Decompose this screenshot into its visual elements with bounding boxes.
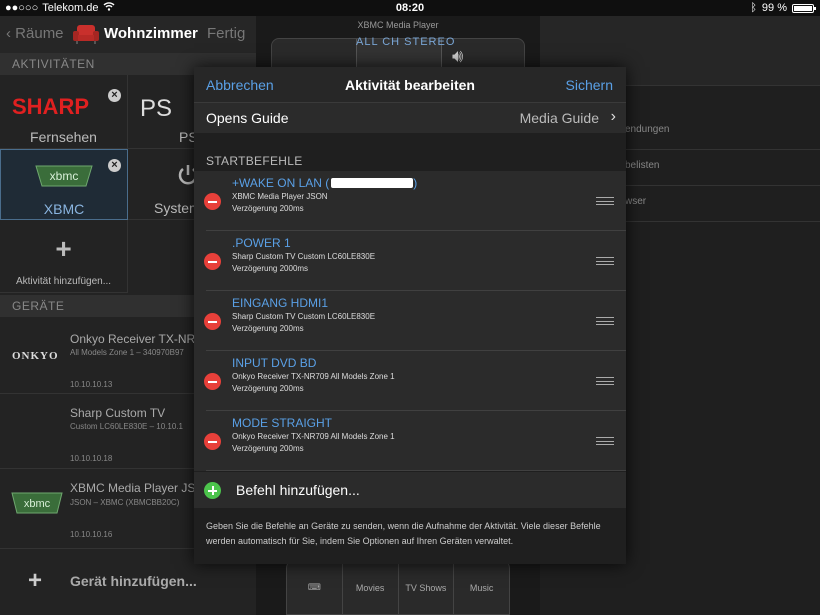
- dialog-header: Abbrechen Aktivität bearbeiten Sichern: [194, 67, 626, 102]
- remote-title: XBMC Media Player: [357, 20, 439, 30]
- display-text: ALL CH STEREO: [356, 36, 456, 48]
- armchair-icon: [72, 23, 100, 45]
- reorder-handle-icon[interactable]: [596, 377, 614, 385]
- xbmc-logo: xbmc: [11, 492, 63, 514]
- svg-text:xbmc: xbmc: [50, 169, 79, 183]
- svg-text:SHARP: SHARP: [12, 95, 89, 117]
- onkyo-logo: ONKYO: [12, 350, 59, 362]
- command-row[interactable]: EINGANG HDMI1 Sharp Custom TV Custom LC6…: [194, 291, 626, 351]
- music-button[interactable]: Music: [454, 561, 509, 614]
- xbmc-logo: xbmc: [35, 165, 93, 187]
- volume-icon[interactable]: 🔊︎: [452, 46, 463, 67]
- chevron-left-icon: ‹: [6, 25, 11, 42]
- guide-value: Media Guide: [519, 110, 599, 126]
- svg-text:PS: PS: [140, 95, 172, 119]
- sharp-logo: SHARP: [12, 95, 89, 117]
- left-nav-bar: ‹ Räume Wohnzimmer Fertig: [0, 16, 256, 53]
- remove-activity-icon[interactable]: ×: [108, 89, 121, 102]
- delete-icon[interactable]: [204, 433, 221, 450]
- reorder-handle-icon[interactable]: [596, 437, 614, 445]
- command-row[interactable]: .POWER 1 Sharp Custom TV Custom LC60LE83…: [194, 231, 626, 291]
- delete-icon[interactable]: [204, 253, 221, 270]
- edit-activity-dialog: Abbrechen Aktivität bearbeiten Sichern O…: [194, 67, 626, 564]
- dialog-title: Aktivität bearbeiten: [345, 77, 475, 93]
- reorder-handle-icon[interactable]: [596, 257, 614, 265]
- add-command-button[interactable]: Befehl hinzufügen...: [194, 472, 626, 508]
- activity-tile-fernsehen[interactable]: SHARP × Fernsehen: [0, 75, 128, 149]
- plus-icon: +: [28, 567, 43, 594]
- command-row[interactable]: INPUT DVD BD Onkyo Receiver TX-NR709 All…: [194, 351, 626, 411]
- add-activity-button[interactable]: + Aktivität hinzufügen...: [0, 220, 128, 293]
- keyboard-icon: ⌨: [307, 582, 321, 592]
- redacted-block: [331, 178, 414, 188]
- clock: 08:20: [395, 2, 425, 14]
- playstation-logo: PS: [140, 95, 172, 119]
- plus-icon: +: [55, 233, 72, 264]
- reorder-handle-icon[interactable]: [596, 197, 614, 205]
- delete-icon[interactable]: [204, 193, 221, 210]
- room-title: Wohnzimmer: [104, 25, 198, 42]
- section-header: STARTBEFEHLE: [206, 154, 303, 168]
- tv-shows-button[interactable]: TV Shows: [399, 561, 455, 614]
- remove-activity-icon[interactable]: ×: [108, 159, 121, 172]
- keyboard-button[interactable]: ⌨: [287, 561, 343, 614]
- add-icon: [204, 482, 221, 499]
- remote-bottom-bar: ⌨ Movies TV Shows Music: [286, 560, 510, 615]
- battery-icon: [792, 3, 816, 13]
- opens-guide-row[interactable]: Opens Guide Media Guide ›: [194, 102, 626, 133]
- battery-percent: 99 %: [761, 2, 787, 14]
- command-row[interactable]: +WAKE ON LAN () XBMC Media Player JSON V…: [194, 171, 626, 231]
- chevron-right-icon: ›: [610, 108, 616, 125]
- activity-tile-xbmc[interactable]: xbmc × XBMC: [0, 149, 128, 220]
- svg-text:xbmc: xbmc: [24, 498, 51, 510]
- done-button[interactable]: Fertig: [207, 25, 245, 42]
- activity-label: Fernsehen: [30, 129, 97, 145]
- movies-button[interactable]: Movies: [343, 561, 399, 614]
- activity-label: XBMC: [43, 201, 85, 217]
- command-row[interactable]: MODE STRAIGHT Onkyo Receiver TX-NR709 Al…: [194, 411, 626, 471]
- save-button[interactable]: Sichern: [566, 77, 613, 93]
- dialog-footer-text: Geben Sie die Befehle an Geräte zu sende…: [206, 521, 601, 546]
- back-button[interactable]: ‹ Räume: [6, 25, 64, 42]
- delete-icon[interactable]: [204, 373, 221, 390]
- reorder-handle-icon[interactable]: [596, 317, 614, 325]
- delete-icon[interactable]: [204, 313, 221, 330]
- status-bar: ●●○○○ Telekom.de 08:20 ᛒ 99 %: [0, 0, 820, 16]
- bluetooth-icon: ᛒ: [750, 2, 757, 14]
